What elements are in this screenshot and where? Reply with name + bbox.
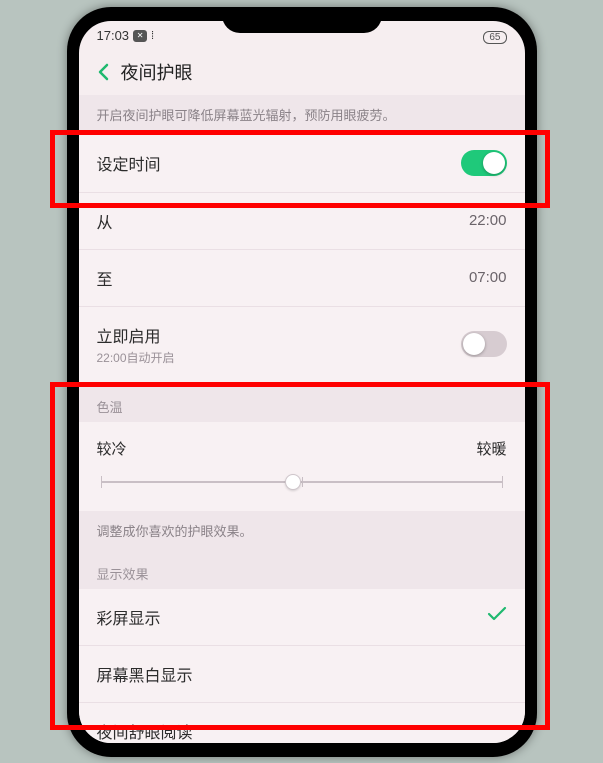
to-time-row[interactable]: 至 07:00 — [79, 250, 525, 307]
from-label: 从 — [97, 209, 469, 233]
status-time: 17:03 — [97, 28, 130, 43]
set-time-toggle[interactable] — [461, 150, 507, 176]
color-temp-slider[interactable] — [101, 481, 503, 483]
display-option-label: 彩屏显示 — [97, 605, 487, 629]
display-option-label: 夜间舒眼阅读 — [97, 719, 507, 743]
page-description: 开启夜间护眼可降低屏幕蓝光辐射，预防用眼疲劳。 — [79, 95, 525, 134]
enable-now-row[interactable]: 立即启用 22:00自动开启 — [79, 307, 525, 383]
enable-now-toggle[interactable] — [461, 331, 507, 357]
phone-frame: 17:03 ✕ ⁞ 65 夜间护眼 开启夜间护眼可降低屏幕蓝光辐射，预防用眼疲劳… — [67, 7, 537, 757]
color-temp-control: 较冷 较暖 — [79, 422, 525, 511]
display-option-label: 屏幕黑白显示 — [97, 662, 507, 686]
set-time-label: 设定时间 — [97, 151, 461, 175]
display-option-bw[interactable]: 屏幕黑白显示 — [79, 646, 525, 703]
status-wifi-icon: ⁞ — [151, 30, 154, 42]
to-value: 07:00 — [469, 269, 507, 286]
color-temp-cold-label: 较冷 — [97, 438, 127, 459]
enable-now-sub: 22:00自动开启 — [97, 349, 461, 366]
back-button[interactable] — [93, 62, 113, 82]
page-title: 夜间护眼 — [121, 59, 193, 85]
color-temp-section: 色温 — [79, 383, 525, 422]
enable-now-label: 立即启用 — [97, 323, 461, 347]
display-option-color[interactable]: 彩屏显示 — [79, 589, 525, 646]
color-temp-hint: 调整成你喜欢的护眼效果。 — [79, 511, 525, 550]
notch — [222, 7, 382, 33]
page-header: 夜间护眼 — [79, 51, 525, 95]
status-mute-icon: ✕ — [133, 30, 147, 42]
chevron-left-icon — [97, 63, 109, 81]
battery-indicator: 65 — [483, 31, 506, 44]
color-temp-warm-label: 较暖 — [476, 438, 506, 459]
from-value: 22:00 — [469, 212, 507, 229]
display-option-night-read[interactable]: 夜间舒眼阅读 — [79, 703, 525, 743]
to-label: 至 — [97, 266, 469, 290]
set-time-row[interactable]: 设定时间 — [79, 134, 525, 193]
from-time-row[interactable]: 从 22:00 — [79, 193, 525, 250]
slider-knob[interactable] — [285, 474, 301, 490]
check-icon — [487, 605, 507, 628]
display-effect-section: 显示效果 — [79, 550, 525, 589]
screen: 17:03 ✕ ⁞ 65 夜间护眼 开启夜间护眼可降低屏幕蓝光辐射，预防用眼疲劳… — [79, 21, 525, 743]
